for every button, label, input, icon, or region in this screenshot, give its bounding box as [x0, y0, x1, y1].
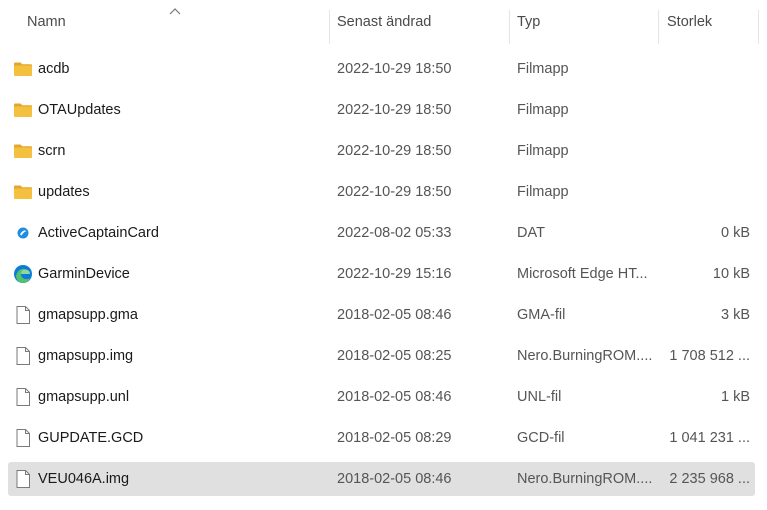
file-icon	[13, 428, 33, 448]
file-name: acdb	[38, 61, 70, 77]
file-date-modified: 2022-10-29 18:50	[337, 184, 452, 200]
file-type: UNL-fil	[517, 389, 562, 405]
file-size: 1 041 231 ...	[669, 430, 750, 446]
file-row[interactable]: GUPDATE.GCD 2018-02-05 08:29 GCD-fil 1 041 …	[8, 421, 755, 455]
file-type: Filmapp	[517, 184, 569, 200]
file-type: Nero.BurningROM....	[517, 471, 653, 487]
file-size: 1 kB	[720, 389, 750, 405]
file-row[interactable]: acdb 2022-10-29 18:50 Filmapp	[8, 52, 755, 86]
file-name: VEU046A.img	[38, 471, 130, 487]
folder-icon	[13, 100, 33, 120]
file-size: 3 kB	[720, 307, 750, 323]
column-divider[interactable]	[329, 10, 330, 44]
column-header-type[interactable]: Typ	[517, 0, 657, 44]
file-size: 10 kB	[712, 266, 750, 282]
file-name: OTAUpdates	[38, 102, 121, 118]
file-type: DAT	[517, 225, 545, 241]
file-date-modified: 2022-10-29 18:50	[337, 61, 452, 77]
file-row[interactable]: OTAUpdates 2022-10-29 18:50 Filmapp	[8, 93, 755, 127]
file-row[interactable]: VEU046A.img 2018-02-05 08:46 Nero.BurningR…	[8, 462, 755, 496]
activecaptain-icon	[13, 223, 33, 243]
file-size: 0 kB	[720, 225, 750, 241]
file-row[interactable]: updates 2022-10-29 18:50 Filmapp	[8, 175, 755, 209]
file-name: gmapsupp.gma	[38, 307, 138, 323]
file-type: Nero.BurningROM....	[517, 348, 653, 364]
file-size	[659, 175, 750, 209]
file-icon	[13, 305, 33, 325]
file-name: GarminDevice	[38, 266, 130, 282]
column-divider[interactable]	[658, 10, 659, 44]
column-header-date[interactable]: Senast ändrad	[337, 0, 507, 44]
file-name: ActiveCaptainCard	[38, 225, 159, 241]
file-date-modified: 2022-10-29 18:50	[337, 102, 452, 118]
file-type: GCD-fil	[517, 430, 565, 446]
file-date-modified: 2022-10-29 18:50	[337, 143, 452, 159]
file-icon	[13, 387, 33, 407]
file-type: Filmapp	[517, 61, 569, 77]
file-name: updates	[38, 184, 90, 200]
file-date-modified: 2018-02-05 08:46	[337, 471, 452, 487]
file-type: Filmapp	[517, 102, 569, 118]
file-name: GUPDATE.GCD	[38, 430, 144, 446]
file-name: gmapsupp.unl	[38, 389, 130, 405]
column-header-size[interactable]: Storlek	[667, 0, 757, 44]
file-row[interactable]: gmapsupp.img 2018-02-05 08:25 Nero.Burning…	[8, 339, 755, 373]
file-row[interactable]: scrn 2022-10-29 18:50 Filmapp	[8, 134, 755, 168]
column-divider[interactable]	[758, 10, 759, 44]
column-header-row: Namn Senast ändrad Typ Storlek	[0, 0, 767, 44]
file-size	[659, 52, 750, 86]
file-type: Filmapp	[517, 143, 569, 159]
file-date-modified: 2018-02-05 08:25	[337, 348, 452, 364]
edge-icon	[13, 264, 33, 284]
file-row[interactable]: GarminDevice 2022-10-29 15:16 Microsoft Ed…	[8, 257, 755, 291]
file-size: 2 235 968 ...	[669, 471, 750, 487]
file-size	[659, 93, 750, 127]
file-date-modified: 2018-02-05 08:46	[337, 389, 452, 405]
folder-icon	[13, 141, 33, 161]
column-header-date-label: Senast ändrad	[337, 14, 432, 30]
column-header-type-label: Typ	[517, 14, 541, 30]
file-size: 1 708 512 ...	[669, 348, 750, 364]
file-icon	[13, 469, 33, 489]
file-type: Microsoft Edge HT...	[517, 266, 648, 282]
folder-icon	[13, 59, 33, 79]
column-header-name-label: Namn	[27, 14, 66, 30]
file-date-modified: 2018-02-05 08:29	[337, 430, 452, 446]
file-name: gmapsupp.img	[38, 348, 134, 364]
column-header-name[interactable]: Namn	[27, 0, 327, 44]
file-row[interactable]: ActiveCaptainCard 2022-08-02 05:33 DAT 0 kB	[8, 216, 755, 250]
file-row[interactable]: gmapsupp.gma 2018-02-05 08:46 GMA-fil 3 kB	[8, 298, 755, 332]
file-date-modified: 2022-10-29 15:16	[337, 266, 452, 282]
file-name: scrn	[38, 143, 66, 159]
file-row[interactable]: gmapsupp.unl 2018-02-05 08:46 UNL-fil 1 kB	[8, 380, 755, 414]
file-date-modified: 2018-02-05 08:46	[337, 307, 452, 323]
column-header-size-label: Storlek	[667, 14, 713, 30]
file-icon	[13, 346, 33, 366]
file-date-modified: 2022-08-02 05:33	[337, 225, 452, 241]
folder-icon	[13, 182, 33, 202]
file-type: GMA-fil	[517, 307, 566, 323]
column-divider[interactable]	[509, 10, 510, 44]
file-size	[659, 134, 750, 168]
